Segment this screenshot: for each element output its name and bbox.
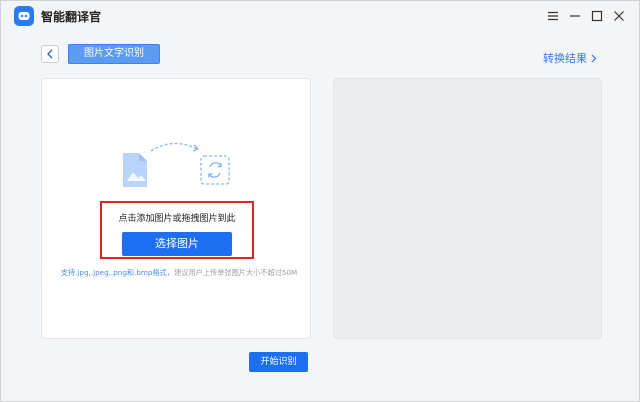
chevron-left-icon [47,49,53,59]
upload-highlight-box: 点击添加图片或拖拽图片到此 选择图片 [100,201,254,259]
conversion-result-link[interactable]: 转换结果 [543,50,597,66]
support-formats: 支持.jpg,.jpeg,.png和.bmp格式， [60,268,175,277]
conversion-result-label: 转换结果 [543,52,587,65]
start-recognition-button[interactable]: 开始识别 [249,352,308,372]
upload-illustration-icon [123,142,230,187]
close-icon[interactable] [611,8,627,24]
result-panel [333,78,602,339]
menu-icon[interactable] [545,8,561,24]
upload-panel[interactable]: 点击添加图片或拖拽图片到此 选择图片 支持.jpg,.jpeg,.png和.bm… [41,78,311,339]
maximize-icon[interactable] [589,8,605,24]
support-size: 建议用户上传单张图片大小不超过50M [174,268,298,277]
tab-image-text-recognition[interactable]: 图片文字识别 [68,44,160,64]
back-button[interactable] [41,45,59,63]
upload-hint: 点击添加图片或拖拽图片到此 [118,214,236,224]
select-image-button[interactable]: 选择图片 [122,232,232,256]
title-bar: 智能翻译官 [1,1,639,31]
app-window: 智能翻译官 图片文字识别 转换结果 点击添加图片或拖拽图片到此 选择图片 支持.… [0,0,640,402]
app-title: 智能翻译官 [41,10,102,24]
minimize-icon[interactable] [567,8,583,24]
support-note: 支持.jpg,.jpeg,.png和.bmp格式，建议用户上传单张图片大小不超过… [48,268,310,278]
chevron-right-icon [591,54,597,62]
robot-icon [14,6,34,26]
